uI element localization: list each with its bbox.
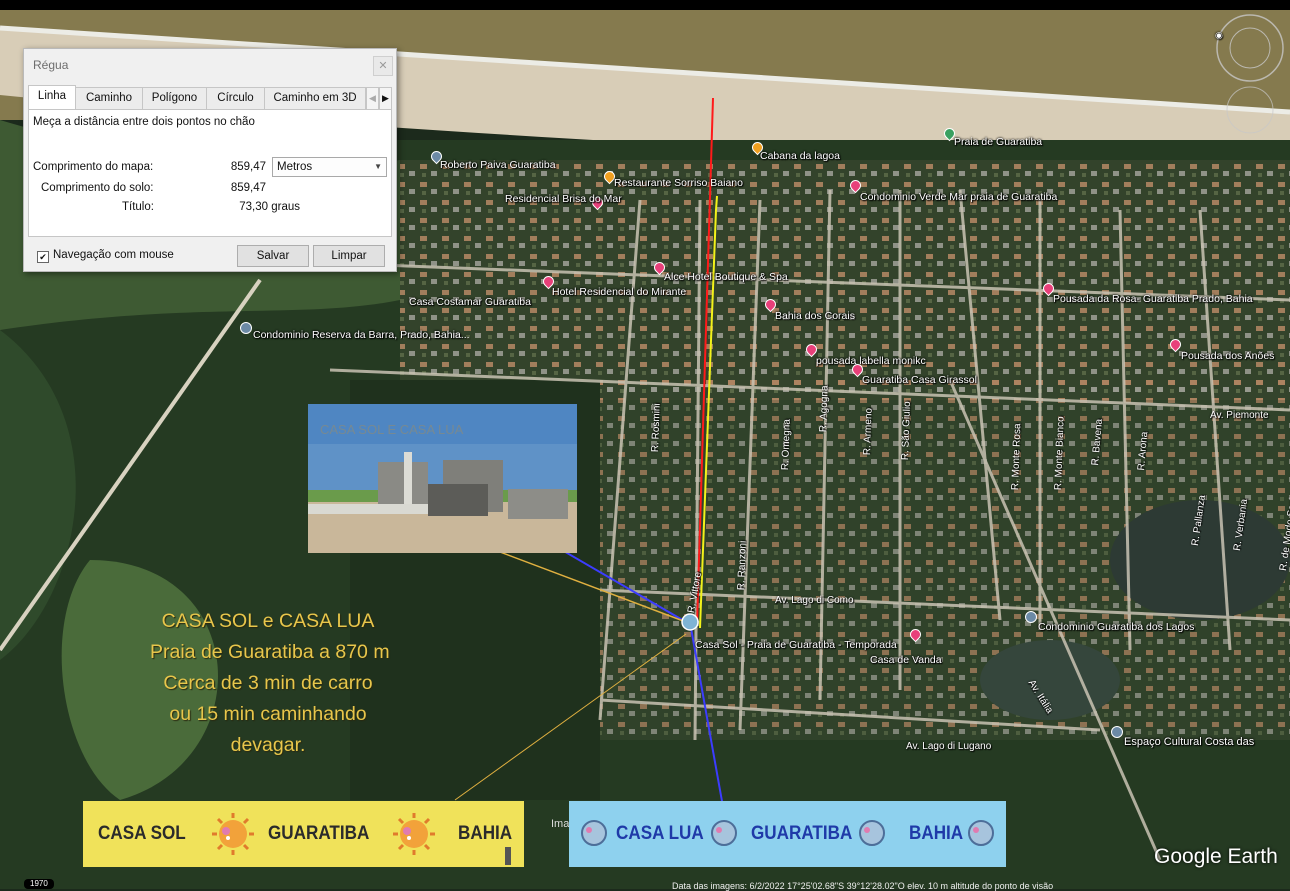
place-label[interactable]: Casa Costamar Guaratiba [409, 296, 531, 308]
street-label: R. Monte Rosa [1010, 423, 1024, 491]
place-label[interactable]: Condominio Verde Mar praia de Guaratiba [860, 191, 1057, 203]
info-line: Praia de Guaratiba a 870 m [150, 641, 390, 663]
heading-value: 73,30 graus [239, 201, 300, 213]
street-label: R. Ranzoni [736, 540, 749, 591]
place-label[interactable]: Casa de Vanda [870, 654, 942, 666]
street-label: R. Armeno [862, 407, 875, 456]
tab-line[interactable]: Linha [28, 85, 76, 109]
tab-bar: Linha Caminho Polígono Círculo Caminho e… [28, 85, 392, 110]
top-black-bar [0, 0, 1290, 10]
street-label: R. Omegna [780, 418, 793, 471]
clear-button[interactable]: Limpar [313, 245, 385, 267]
map-length-value: 859,47 [230, 161, 266, 173]
place-label[interactable]: Pousada dos Anões [1181, 350, 1274, 362]
sun-icon [212, 813, 254, 855]
banner-word: CASA LUA [616, 823, 704, 844]
place-label[interactable]: Residencial Brisa do Mar [505, 193, 622, 205]
compass-north-icon[interactable]: ◉ [1215, 30, 1223, 41]
place-label[interactable]: Roberto Paiva Guaratiba [440, 159, 556, 171]
place-label[interactable]: Espaço Cultural Costa das [1124, 736, 1254, 748]
street-label: R. São Giulio [900, 401, 914, 461]
info-line: CASA SOL e CASA LUA [161, 610, 375, 632]
dialog-title: Régua [33, 58, 69, 72]
moon-icon [968, 820, 994, 846]
heading-label: Título: [122, 201, 154, 213]
measure-description: Meça a distância entre dois pontos no ch… [33, 116, 255, 128]
ground-length-label: Comprimento do solo: [41, 182, 154, 194]
casa-lua-banner: CASA LUA GUARATIBA BAHIA [569, 801, 1006, 867]
place-label[interactable]: Praia de Guaratiba [954, 136, 1042, 148]
sun-icon [393, 813, 435, 855]
place-label[interactable]: Condominio Guaratiba dos Lagos [1038, 621, 1194, 633]
banner-word: BAHIA [909, 823, 964, 844]
street-label: Av. Lago di Lugano [906, 741, 992, 752]
year-badge[interactable]: 1970 [24, 879, 54, 889]
ima-fragment: Ima [551, 818, 570, 830]
place-label[interactable]: Cabana da lagoa [760, 150, 840, 162]
place-dot-icon[interactable] [240, 322, 252, 334]
chevron-down-icon: ▼ [374, 162, 382, 171]
info-line: devagar. [230, 734, 306, 756]
tab-3d-path[interactable]: Caminho em 3D [264, 87, 366, 109]
moon-icon [711, 820, 737, 846]
place-dot-icon[interactable] [1111, 726, 1123, 738]
banner-word: CASA SOL [98, 823, 186, 844]
banner-word: GUARATIBA [751, 823, 853, 844]
info-line: ou 15 min caminhando [169, 703, 367, 725]
banner-word: BAHIA [458, 823, 513, 844]
mouse-navigation-checkbox[interactable]: ✔ [37, 251, 49, 263]
unit-value: Metros [277, 161, 313, 173]
info-text: CASA SOL e CASA LUA Praia de Guaratiba a… [150, 606, 390, 761]
ground-length-value: 859,47 [230, 182, 266, 194]
info-line: Cerca de 3 min de carro [163, 672, 373, 694]
mouse-navigation-label[interactable]: Navegação com mouse [53, 249, 174, 261]
place-label[interactable]: pousada labella monikc [816, 355, 926, 367]
tab-path[interactable]: Caminho [75, 87, 143, 109]
save-button[interactable]: Salvar [237, 245, 309, 267]
place-label[interactable]: Alce Hotel Boutique & Spa [664, 271, 788, 283]
moon-icon [581, 820, 607, 846]
place-label[interactable]: Pousada da Rosa- Guaratiba Prado, Bahia [1053, 293, 1253, 305]
place-dot-icon[interactable] [1025, 611, 1037, 623]
street-label: Av. Piemonte [1210, 410, 1269, 421]
banner-word: GUARATIBA [268, 823, 370, 844]
unit-select[interactable]: Metros ▼ [272, 157, 387, 177]
imagery-info: Data das imagens: 6/2/2022 17°25'02.68"S… [672, 881, 1054, 891]
tab-scroll-right-icon[interactable]: ▶ [379, 87, 392, 110]
banner-edge [505, 847, 511, 865]
google-earth-logo: Google Earth [1154, 845, 1278, 868]
map-length-label: Comprimento do mapa: [33, 161, 154, 173]
moon-icon [859, 820, 885, 846]
casa-sol-banner: CASA SOL GUARATIBA BAHIA [83, 801, 524, 867]
street-label: R. Agogna [818, 385, 831, 433]
house-photo: CASA SOL E CASA LUA [308, 404, 577, 553]
close-button[interactable]: ✕ [373, 56, 393, 76]
ruler-dialog: Régua ✕ Linha Caminho Polígono Círculo C… [23, 48, 397, 272]
place-label[interactable]: Guaratiba Casa Girassol [862, 374, 977, 386]
place-label[interactable]: Condominio Reserva da Barra, Prado, Bahi… [253, 329, 470, 341]
place-label[interactable]: Casa Sol - Praia de Guaratiba - Temporad… [695, 639, 897, 651]
tab-circle[interactable]: Círculo [206, 87, 265, 109]
street-label: Av. Lago di Como [775, 595, 854, 606]
street-label: R. Rosmini [650, 403, 663, 453]
tab-polygon[interactable]: Polígono [142, 87, 207, 109]
place-label[interactable]: Bahia dos Corais [775, 310, 855, 322]
measure-panel: Meça a distância entre dois pontos no ch… [28, 109, 392, 237]
place-label[interactable]: Hotel Residencial do Mirante [552, 286, 686, 298]
photo-caption: CASA SOL E CASA LUA [320, 422, 464, 437]
place-label[interactable]: Restaurante Sorriso Baiano [614, 177, 743, 189]
tab-scroll-left-icon[interactable]: ◀ [366, 87, 379, 110]
